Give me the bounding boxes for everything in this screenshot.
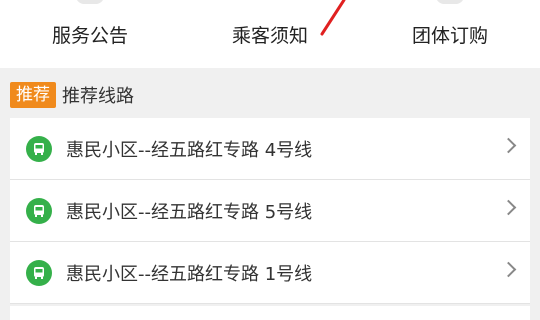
chevron-right-icon [500, 137, 517, 154]
group-order-icon [436, 0, 464, 4]
route-label: 惠民小区--经五路红专路 4号线 [66, 139, 313, 161]
service-notice-icon [76, 0, 104, 4]
nav-group-order[interactable]: 团体订购 [360, 0, 540, 68]
bus-icon [26, 197, 52, 224]
chevron-right-icon [500, 261, 517, 278]
nav-group-order-label: 团体订购 [411, 24, 488, 47]
route-item-partial[interactable] [10, 306, 530, 320]
nav-passenger-guide-label: 乘客须知 [231, 24, 308, 47]
bus-icon [26, 259, 52, 286]
chevron-right-icon [500, 199, 517, 216]
route-label: 惠民小区--经五路红专路 5号线 [66, 201, 313, 223]
top-nav: 服务公告 乘客须知 团体订购 [0, 0, 540, 68]
route-item[interactable]: 惠民小区--经五路红专路 5号线 [10, 180, 530, 242]
route-label: 惠民小区--经五路红专路 1号线 [66, 263, 313, 285]
route-list: 惠民小区--经五路红专路 4号线 惠民小区--经五路红专路 5号线 惠民小区--… [10, 118, 530, 304]
recommended-routes-header: 推荐 推荐线路 [10, 78, 530, 112]
nav-service-notice-label: 服务公告 [51, 24, 128, 47]
route-item[interactable]: 惠民小区--经五路红专路 1号线 [10, 242, 530, 304]
bus-icon [26, 135, 52, 162]
section-title: 推荐线路 [62, 86, 134, 107]
route-item[interactable]: 惠民小区--经五路红专路 4号线 [10, 118, 530, 180]
nav-service-notice[interactable]: 服务公告 [0, 0, 180, 68]
annotation-arrow-icon [320, 0, 346, 36]
recommend-badge: 推荐 [10, 82, 56, 108]
